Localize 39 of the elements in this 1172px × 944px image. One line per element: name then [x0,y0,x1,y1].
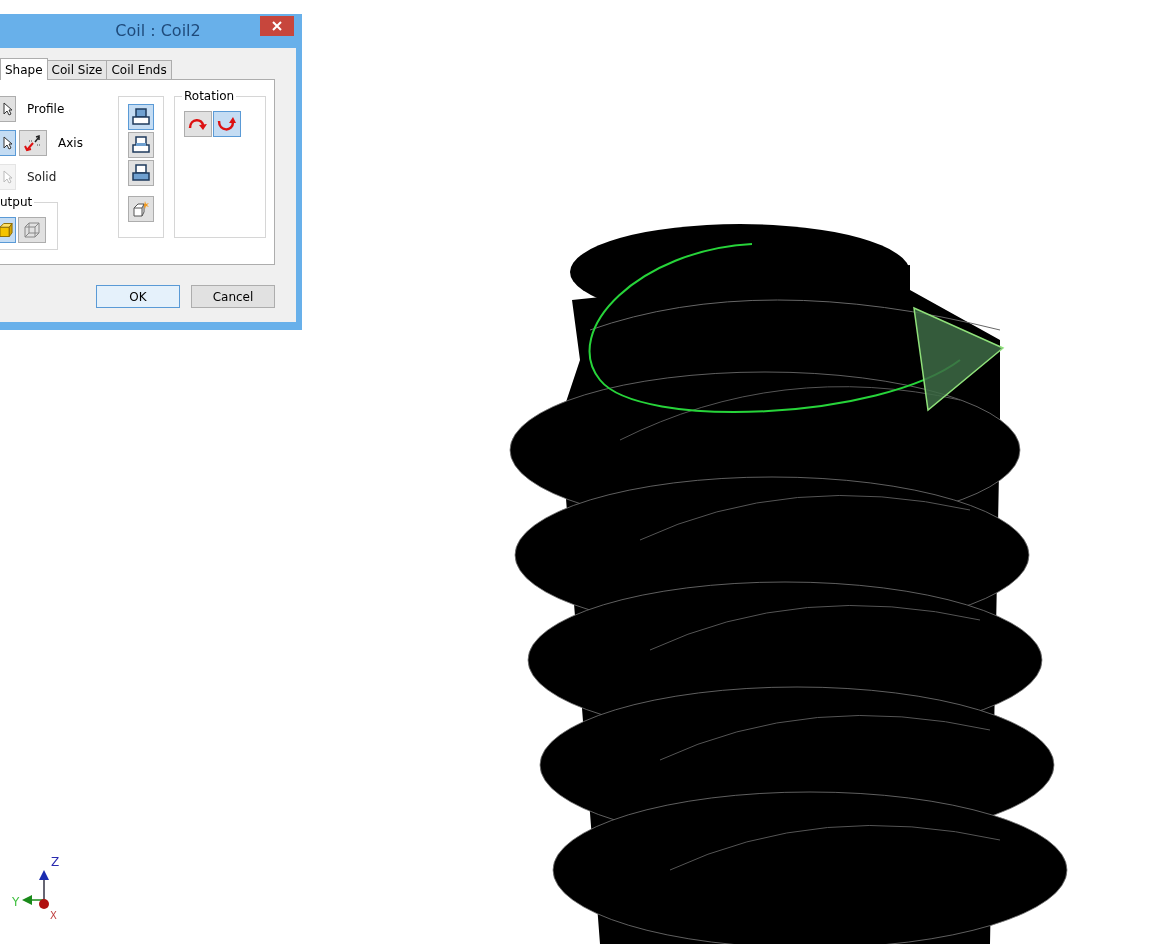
curved-arrow-icon [188,116,208,132]
axis-triad-icon [22,870,49,909]
axis-label: X [50,910,57,922]
close-icon [272,21,282,31]
row-label: Axis [58,136,83,150]
flip-button[interactable] [19,130,47,156]
flip-arrows-icon [23,134,43,152]
tab[interactable]: Coil Ends [106,60,172,79]
axis-label: Y [12,896,20,908]
method-button[interactable] [128,132,154,158]
cube-spark-icon [132,200,150,218]
stack-icon [132,164,150,182]
dialog-button[interactable]: Cancel [191,285,275,308]
solid-cube-icon [0,222,13,238]
cursor-icon [3,136,13,150]
wire-cube-icon [23,221,41,239]
close-button[interactable] [260,16,294,36]
row-label: Solid [27,170,57,184]
cursor-icon [3,170,13,184]
stack-icon [132,108,150,126]
window-title: Coil : Coil2 [115,21,201,40]
row-label: Profile [27,102,65,116]
method-button[interactable] [128,160,154,186]
clockwise-button[interactable] [184,111,212,137]
solid-output-button[interactable] [0,217,16,243]
cursor-icon [3,102,13,116]
method-button[interactable] [128,104,154,130]
dialog-button[interactable]: OK [96,285,180,308]
curved-arrow-icon [217,116,237,132]
select-button[interactable] [0,130,16,156]
group-label: utput [0,195,35,209]
group-label: Rotation [182,89,237,103]
counterclockwise-button[interactable] [213,111,241,137]
tab[interactable]: Shape [0,58,48,80]
axis-label: Z [51,856,60,868]
stack-icon [132,136,150,154]
tab[interactable]: Coil Size [46,60,108,79]
select-button[interactable] [0,96,16,122]
surface-output-button[interactable] [18,217,46,243]
